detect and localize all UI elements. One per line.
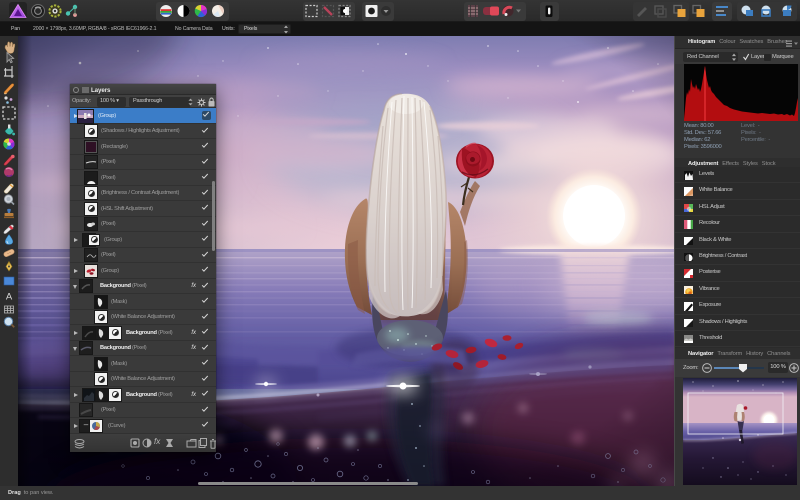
svg-text:A: A xyxy=(6,292,13,303)
